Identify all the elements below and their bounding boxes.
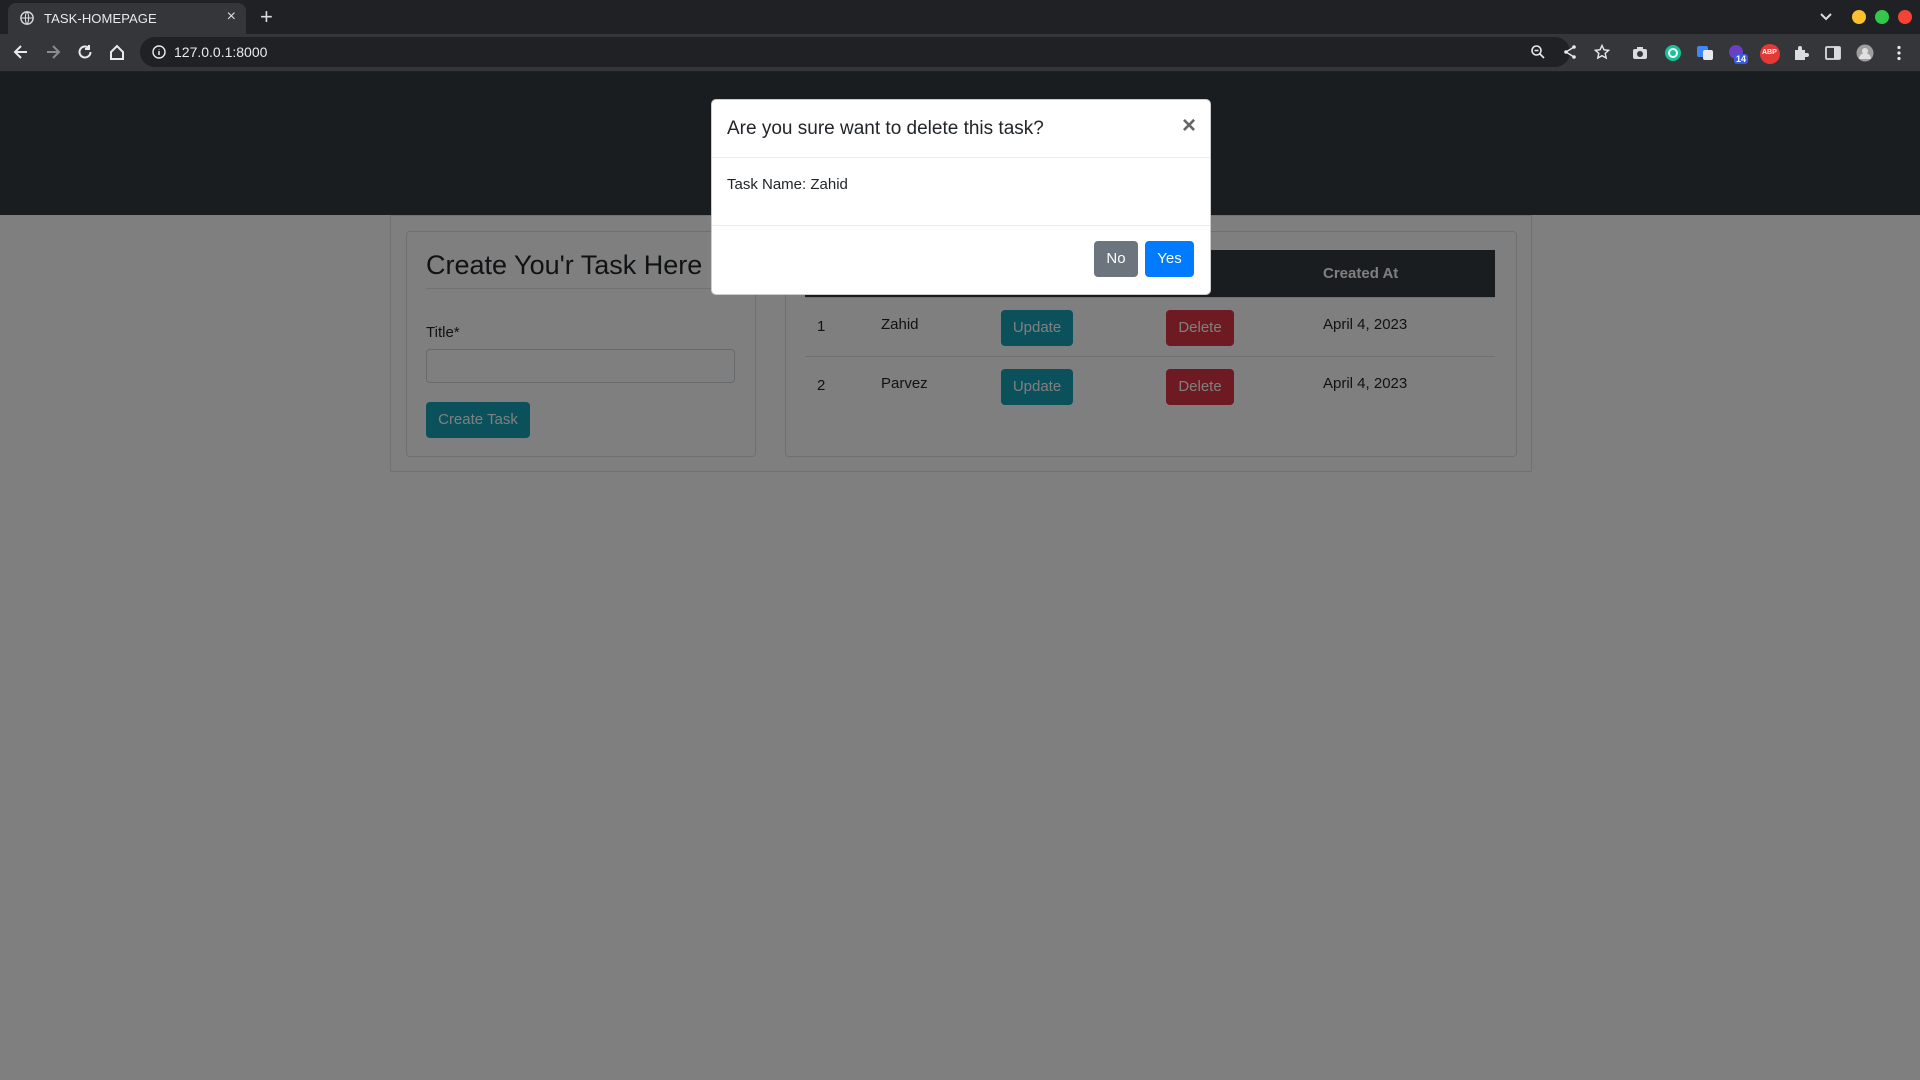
no-button[interactable]: No	[1094, 241, 1138, 277]
home-icon[interactable]	[108, 43, 126, 61]
tab-search-chevron-icon[interactable]	[1818, 8, 1834, 24]
modal-footer: No Yes	[712, 225, 1210, 295]
back-arrow-icon[interactable]	[12, 43, 30, 61]
translate-extension-icon[interactable]	[1696, 44, 1714, 62]
browser-menu-icon[interactable]	[1890, 44, 1908, 62]
yes-button[interactable]: Yes	[1145, 241, 1194, 277]
close-window-button[interactable]	[1898, 10, 1912, 24]
modal-header: Are you sure want to delete this task? ×	[712, 100, 1210, 158]
extensions-puzzle-icon[interactable]	[1792, 44, 1810, 62]
globe-icon	[20, 11, 34, 25]
forward-arrow-icon[interactable]	[44, 43, 62, 61]
url-text[interactable]: 127.0.0.1:8000	[174, 44, 267, 60]
adblock-extension-icon[interactable]: ABP	[1760, 44, 1780, 64]
reload-icon[interactable]	[76, 43, 94, 61]
browser-toolbar: 127.0.0.1:8000 14 ABP	[0, 34, 1920, 72]
tab-title: TASK-HOMEPAGE	[44, 11, 157, 26]
modal-title: Are you sure want to delete this task?	[727, 118, 1044, 139]
browser-tab[interactable]: TASK-HOMEPAGE ×	[8, 3, 246, 34]
side-panel-icon[interactable]	[1824, 44, 1842, 62]
screenshot-camera-icon[interactable]	[1631, 44, 1649, 62]
tab-close-icon[interactable]: ×	[227, 8, 236, 26]
delete-confirm-modal: Are you sure want to delete this task? ×…	[711, 99, 1211, 295]
modal-close-icon[interactable]: ×	[1182, 112, 1196, 140]
site-info-icon[interactable]	[152, 45, 166, 59]
share-icon[interactable]	[1562, 44, 1578, 60]
profile-avatar[interactable]	[1856, 44, 1874, 62]
extension-badge-icon[interactable]: 14	[1728, 44, 1749, 64]
adblock-label: ABP	[1762, 49, 1777, 56]
address-bar[interactable]: 127.0.0.1:8000	[140, 37, 1610, 67]
new-tab-button[interactable]: +	[260, 4, 273, 30]
browser-tab-bar: TASK-HOMEPAGE × +	[0, 0, 1920, 34]
bookmark-star-icon[interactable]	[1594, 44, 1610, 60]
zoom-icon[interactable]	[1530, 44, 1546, 60]
extension-badge-count: 14	[1734, 54, 1749, 64]
modal-body-text: Task Name: Zahid	[727, 176, 848, 193]
grammarly-extension-icon[interactable]	[1664, 44, 1682, 62]
minimize-window-button[interactable]	[1852, 10, 1866, 24]
maximize-window-button[interactable]	[1875, 10, 1889, 24]
